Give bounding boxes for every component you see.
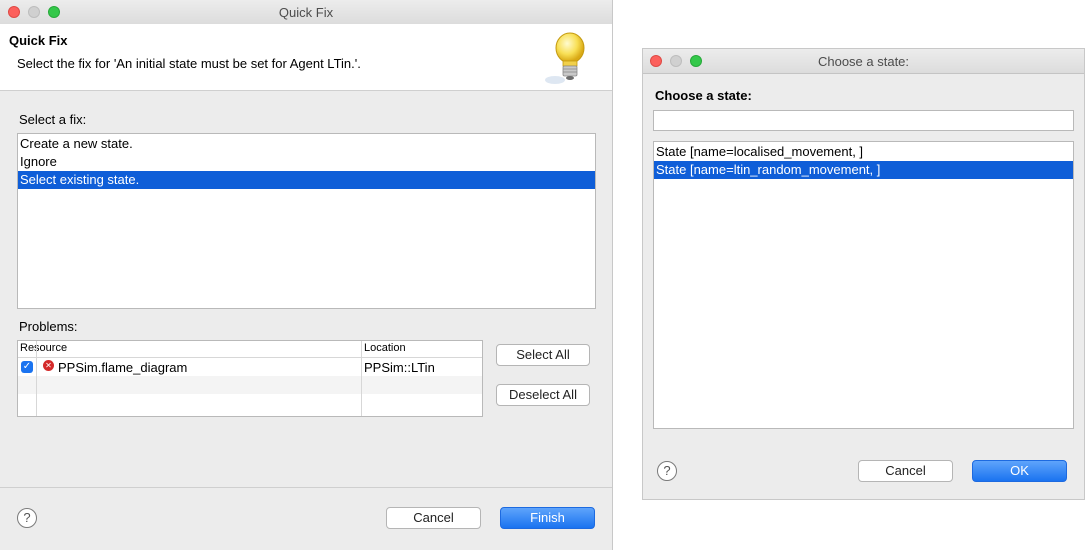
table-row[interactable]: ✓ ✕ PPSim.flame_diagram PPSim::LTin	[18, 358, 482, 376]
empty-row	[18, 394, 482, 412]
column-divider	[361, 341, 362, 416]
column-header-location[interactable]: Location	[364, 342, 406, 354]
select-fix-label: Select a fix:	[19, 112, 87, 127]
column-divider	[36, 341, 37, 416]
error-icon: ✕	[43, 360, 54, 371]
title-bar[interactable]: Choose a state:	[643, 49, 1084, 74]
lightbulb-icon	[545, 32, 585, 84]
state-filter-input[interactable]	[653, 110, 1074, 131]
cancel-button[interactable]: Cancel	[858, 460, 953, 482]
fix-list[interactable]: Create a new state. Ignore Select existi…	[17, 133, 596, 309]
deselect-all-button[interactable]: Deselect All	[496, 384, 590, 406]
fix-item-select-existing-state[interactable]: Select existing state.	[18, 171, 595, 189]
ok-button[interactable]: OK	[972, 460, 1067, 482]
column-header-resource[interactable]: Resource	[20, 342, 67, 354]
cancel-button[interactable]: Cancel	[386, 507, 481, 529]
state-list[interactable]: State [name=localised_movement, ] State …	[653, 141, 1074, 429]
window-title: Choose a state:	[817, 54, 910, 69]
select-all-button[interactable]: Select All	[496, 344, 590, 366]
footer-divider	[0, 487, 612, 488]
problems-label: Problems:	[19, 319, 78, 334]
header-message: Select the fix for 'An initial state mus…	[17, 56, 361, 71]
row-location: PPSim::LTin	[364, 360, 435, 375]
problems-table: Resource Location ✓ ✕ PPSim.flame_diagra…	[17, 340, 483, 417]
state-item-ltin-random-movement[interactable]: State [name=ltin_random_movement, ]	[654, 161, 1073, 179]
choose-state-dialog: Choose a state: Choose a state: State [n…	[642, 48, 1085, 500]
choose-state-prompt: Choose a state:	[655, 88, 752, 103]
row-checkbox[interactable]: ✓	[21, 361, 33, 373]
fix-item-create-new-state[interactable]: Create a new state.	[18, 135, 595, 153]
title-bar[interactable]: Quick Fix	[0, 0, 612, 25]
empty-row	[18, 376, 482, 394]
finish-button[interactable]: Finish	[500, 507, 595, 529]
row-resource: PPSim.flame_diagram	[58, 360, 188, 375]
state-item-localised-movement[interactable]: State [name=localised_movement, ]	[654, 143, 1073, 161]
dialog-header: Quick Fix Select the fix for 'An initial…	[0, 24, 612, 91]
help-icon[interactable]: ?	[657, 461, 677, 481]
fix-item-ignore[interactable]: Ignore	[18, 153, 595, 171]
header-title: Quick Fix	[9, 33, 68, 48]
help-icon[interactable]: ?	[17, 508, 37, 528]
quick-fix-dialog: Quick Fix Quick Fix Select the fix for '…	[0, 0, 613, 550]
window-title: Quick Fix	[278, 5, 334, 20]
problems-table-header: Resource Location	[18, 341, 482, 358]
